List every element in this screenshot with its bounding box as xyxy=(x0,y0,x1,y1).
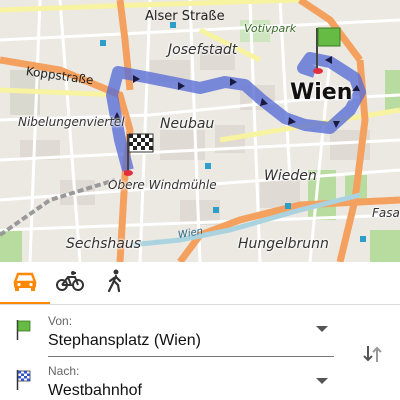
route-map[interactable]: Wien Josefstadt Neubau Wieden Sechshaus … xyxy=(0,0,400,262)
mode-walk[interactable] xyxy=(100,268,130,298)
from-label: Von: xyxy=(48,314,73,328)
map-label-sechshaus: Sechshaus xyxy=(66,236,141,252)
pedestrian-icon xyxy=(105,269,125,298)
map-label-alser-strasse: Alser Straße xyxy=(145,9,225,24)
from-value[interactable]: Stephansplatz (Wien) xyxy=(48,332,201,350)
finish-flag-icon[interactable] xyxy=(124,130,156,178)
map-label-votivpark: Votivpark xyxy=(244,22,297,35)
to-dropdown-icon[interactable] xyxy=(316,378,328,384)
map-label-fasan: Fasan xyxy=(372,206,400,220)
map-label-city: Wien xyxy=(290,80,353,105)
map-label-obere-windmuehle: Obere Windmühle xyxy=(108,178,217,192)
from-dropdown-icon[interactable] xyxy=(316,326,328,332)
map-label-nibelungenviertel: Nibelungenviertel xyxy=(18,115,125,129)
to-value[interactable]: Westbahnhof xyxy=(48,382,142,400)
map-label-wieden: Wieden xyxy=(264,168,317,184)
from-field-underline xyxy=(48,356,334,357)
transport-mode-bar xyxy=(0,262,400,305)
map-label-josefstadt: Josefstadt xyxy=(168,42,238,58)
to-label: Nach: xyxy=(48,364,80,378)
green-flag-icon xyxy=(16,320,32,345)
car-icon xyxy=(12,270,38,297)
mode-bicycle[interactable] xyxy=(55,268,85,298)
checkered-flag-icon xyxy=(16,370,32,395)
map-label-hungelbrunn: Hungelbrunn xyxy=(238,236,329,252)
swap-arrows-icon[interactable] xyxy=(362,344,384,369)
start-flag-icon[interactable] xyxy=(313,26,343,76)
map-label-neubau: Neubau xyxy=(160,116,215,132)
bicycle-icon xyxy=(56,270,84,297)
route-panel: Von: Stephansplatz (Wien) Nach: Westbahn… xyxy=(0,262,400,400)
mode-car[interactable] xyxy=(0,268,50,304)
